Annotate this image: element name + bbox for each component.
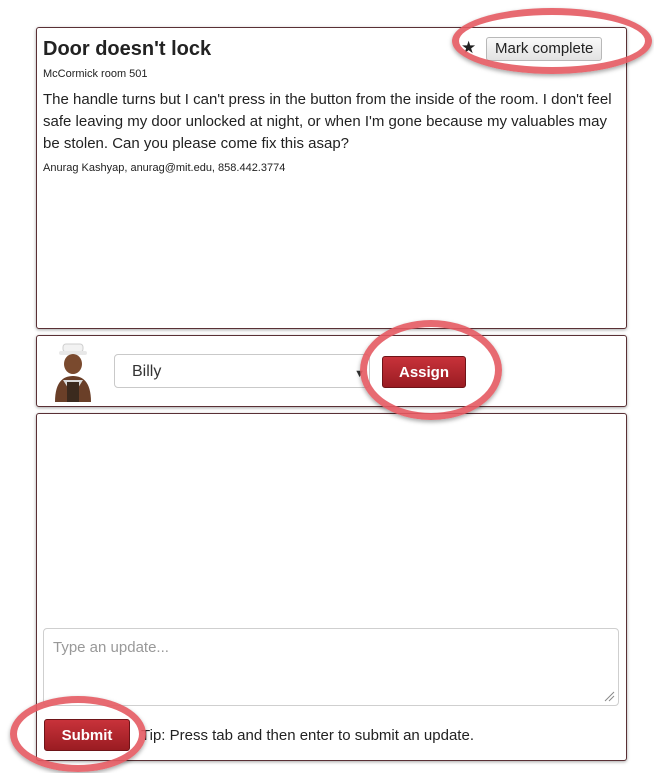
assign-panel: Billy ▼ Assign — [36, 335, 627, 407]
submit-tip: Tip: Press tab and then enter to submit … — [141, 727, 474, 744]
submit-button[interactable]: Submit — [44, 719, 130, 751]
dropdown-arrow-icon: ▼ — [354, 368, 365, 380]
issue-panel: Door doesn't lock McCormick room 501 The… — [36, 27, 627, 329]
updates-panel: Type an update... Submit Tip: Press tab … — [36, 413, 627, 761]
worker-select[interactable]: Billy ▼ — [114, 354, 370, 388]
star-icon[interactable]: ★ — [461, 38, 476, 58]
update-textarea[interactable]: Type an update... — [43, 628, 619, 706]
assign-button[interactable]: Assign — [382, 356, 466, 388]
issue-title: Door doesn't lock — [43, 38, 212, 60]
resize-grip-icon[interactable] — [603, 690, 615, 702]
mark-complete-button[interactable]: Mark complete — [486, 37, 603, 61]
issue-description: The handle turns but I can't press in th… — [43, 91, 612, 152]
issue-contact: Anurag Kashyap, anurag@mit.edu, 858.442.… — [43, 162, 286, 174]
worker-select-value: Billy — [132, 363, 162, 380]
avatar — [41, 340, 103, 402]
issue-location: McCormick room 501 — [43, 68, 148, 80]
update-placeholder: Type an update... — [53, 639, 169, 656]
